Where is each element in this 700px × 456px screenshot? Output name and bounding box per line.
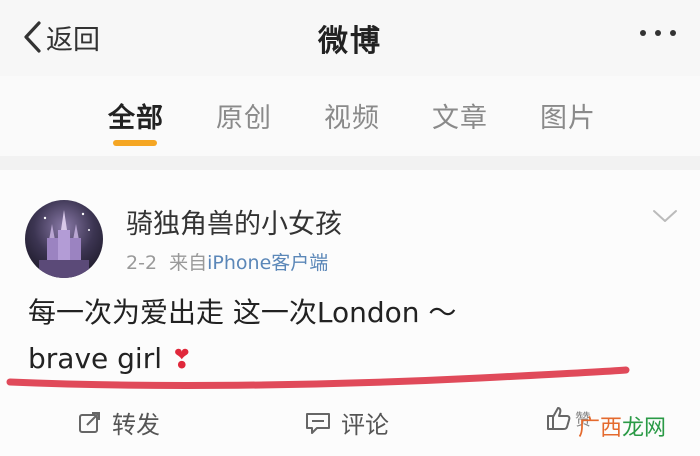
tab-images[interactable]: 图片 — [540, 96, 596, 135]
repost-label: 转发 — [112, 411, 160, 439]
source-link[interactable]: iPhone客户端 — [207, 252, 328, 274]
comment-icon — [306, 412, 330, 434]
tab-all[interactable]: 全部 — [108, 96, 164, 135]
filter-tabs: 全部 原创 视频 文章 图片 — [0, 76, 700, 156]
active-tab-indicator — [113, 140, 157, 146]
post-menu-button[interactable] — [652, 208, 678, 228]
tab-original[interactable]: 原创 — [216, 96, 272, 135]
site-watermark: 广西龙网 — [578, 410, 666, 442]
post-meta: 2-2 来自iPhone客户端 — [126, 248, 328, 275]
page-title: 微博 — [318, 24, 382, 59]
source-prefix: 来自 — [169, 252, 208, 274]
avatar[interactable] — [25, 200, 103, 278]
comment-button[interactable]: 评论 — [305, 405, 389, 440]
watermark-part-2: 龙网 — [621, 416, 666, 441]
tab-article[interactable]: 文章 — [432, 96, 488, 135]
watermark-part-1: 广西 — [577, 416, 622, 441]
comment-label: 评论 — [341, 411, 389, 439]
more-options-button[interactable] — [640, 30, 676, 36]
repost-button[interactable]: 转发 — [78, 405, 160, 440]
username[interactable]: 骑独角兽的小女孩 — [126, 202, 342, 241]
tab-video[interactable]: 视频 — [324, 96, 380, 135]
chevron-down-icon — [653, 210, 677, 222]
post-text-line-1: 每一次为爱出走 这一次London ～ — [28, 296, 457, 329]
navigation-bar: 返回 微博 — [0, 0, 700, 76]
post-date: 2-2 — [126, 252, 158, 274]
red-annotation-underline — [6, 366, 630, 389]
repost-icon — [79, 411, 100, 433]
castle-avatar-image — [25, 200, 103, 278]
thumbs-up-icon — [547, 407, 571, 430]
more-dots-icon — [640, 30, 646, 36]
